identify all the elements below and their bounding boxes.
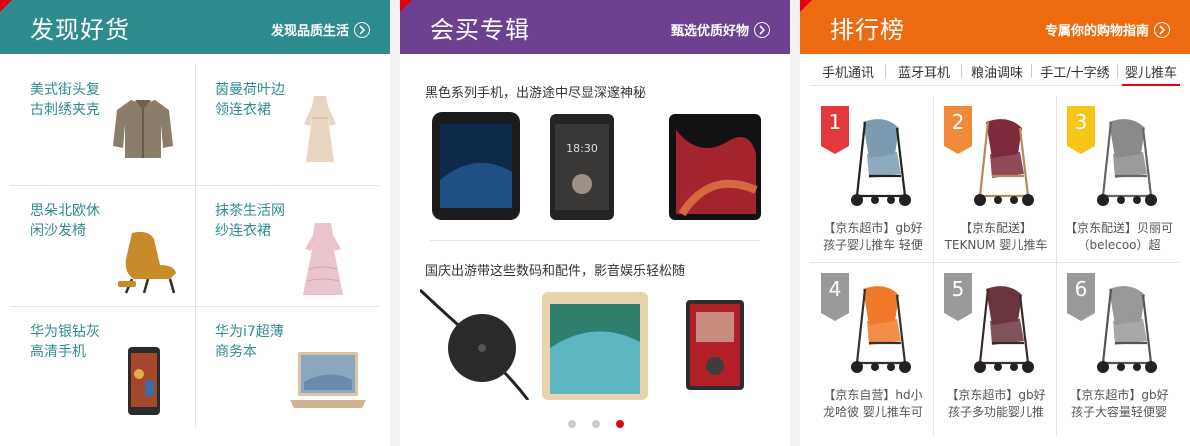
- discover-more-label: 发现品质生活: [270, 24, 349, 39]
- tab-grain-oil[interactable]: 粮油调味: [962, 60, 1032, 86]
- item-title: 商务本: [215, 344, 257, 360]
- dress-image: [300, 94, 340, 168]
- discover-title: 发现好货: [30, 16, 130, 44]
- discover-item[interactable]: 华为i7超薄 商务本: [195, 306, 380, 427]
- ranking-item-name: 【京东超市】gb好孩子婴儿推车 轻便: [823, 221, 923, 252]
- ranking-more-label: 专属你的购物指南: [1044, 24, 1149, 39]
- discover-panel: 发现好货 发现品质生活 美式街头复古刺绣夹克 茵曼荷叶边领连衣裙 思朵北欧休闲沙…: [0, 0, 390, 446]
- ranking-item[interactable]: 2【京东配送】TEKNUM 婴儿推车高: [933, 96, 1056, 262]
- stroller-image: [968, 281, 1038, 381]
- discover-item[interactable]: 抹茶生活网 纱连衣裙: [195, 185, 380, 306]
- item-title: 纱连衣裙: [215, 223, 271, 239]
- laptop-image: [290, 350, 366, 420]
- item-title: 古刺绣夹克: [30, 102, 100, 118]
- stroller-image: [1091, 114, 1161, 214]
- corner-flag: [400, 0, 412, 12]
- stroller-image: [968, 114, 1038, 214]
- digital-accessories-image[interactable]: [418, 288, 770, 404]
- ranking-item-name: 【京东配送】贝丽可（belecoo）超: [1064, 221, 1173, 252]
- ranking-item-name: 【京东超市】gb好孩子多功能婴儿推: [946, 388, 1046, 419]
- black-phones-image[interactable]: 18:30: [430, 110, 765, 226]
- phone-image: [127, 346, 161, 420]
- item-title: 高清手机: [30, 344, 86, 360]
- special-more-label: 甄选优质好物: [670, 24, 749, 39]
- discover-item[interactable]: 美式街头复古刺绣夹克: [10, 64, 195, 185]
- jacket-image: [111, 94, 175, 164]
- item-title: 茵曼荷叶边: [215, 82, 285, 98]
- album-caption[interactable]: 黑色系列手机，出游途中尽显深邃神秘: [425, 82, 646, 101]
- tab-earphones[interactable]: 蓝牙耳机: [886, 60, 962, 86]
- corner-flag: [800, 0, 812, 12]
- tab-phones[interactable]: 手机通讯: [810, 60, 886, 86]
- item-title: 美式街头复: [30, 82, 100, 98]
- ranking-item-name: 【京东配送】TEKNUM 婴儿推车高: [944, 221, 1048, 252]
- item-title: 华为银钻灰: [30, 324, 100, 340]
- corner-flag: [0, 0, 12, 12]
- ranking-item[interactable]: 6 【京东超市】gb好孩子大容量轻便婴: [1056, 263, 1179, 429]
- stroller-image: [845, 114, 915, 214]
- item-title: 华为i7超薄: [215, 324, 284, 340]
- album-caption[interactable]: 国庆出游带这些数码和配件，影音娱乐轻松随: [425, 260, 685, 279]
- carousel-dot[interactable]: [592, 420, 600, 428]
- ranking-title: 排行榜: [830, 16, 905, 44]
- ranking-panel: 排行榜 专属你的购物指南 手机通讯 蓝牙耳机 粮油调味 手工/十字绣 婴儿推车 …: [800, 0, 1190, 446]
- ranking-item-name: 【京东超市】gb好孩子大容量轻便婴: [1069, 388, 1169, 419]
- discover-item[interactable]: 思朵北欧休 闲沙发椅: [10, 185, 195, 306]
- pink-dress-image: [301, 221, 345, 301]
- carousel-dot[interactable]: [568, 420, 576, 428]
- discover-item[interactable]: 茵曼荷叶边 领连衣裙: [195, 64, 380, 185]
- stroller-image: [1091, 281, 1161, 381]
- chevron-right-icon: [354, 21, 370, 38]
- special-title: 会买专辑: [430, 16, 530, 44]
- ranking-header: 排行榜 专属你的购物指南: [800, 0, 1190, 54]
- ranking-item[interactable]: 5 【京东超市】gb好孩子多功能婴儿推: [933, 263, 1056, 429]
- svg-text:18:30: 18:30: [566, 142, 598, 155]
- ranking-item[interactable]: 1 【京东超市】gb好孩子婴儿推车 轻便: [810, 96, 933, 262]
- ranking-tabs: 手机通讯 蓝牙耳机 粮油调味 手工/十字绣 婴儿推车: [810, 60, 1182, 86]
- discover-header: 发现好货 发现品质生活: [0, 0, 390, 54]
- special-more-link[interactable]: 甄选优质好物: [671, 20, 770, 39]
- ranking-item-name: 【京东自营】hd小龙哈彼 婴儿推车可: [823, 388, 923, 419]
- ranking-item[interactable]: 4 【京东自营】hd小龙哈彼 婴儿推车可: [810, 263, 933, 429]
- armchair-image: [114, 229, 180, 299]
- chevron-right-icon: [754, 21, 770, 38]
- chevron-right-icon: [1154, 21, 1170, 38]
- tab-crafts[interactable]: 手工/十字绣: [1032, 60, 1118, 86]
- discover-item[interactable]: 华为银钻灰 高清手机: [10, 306, 195, 427]
- tab-strollers[interactable]: 婴儿推车: [1122, 60, 1180, 86]
- special-panel: 会买专辑 甄选优质好物 黑色系列手机，出游途中尽显深邃神秘 18:30 国庆出游…: [400, 0, 790, 446]
- ranking-grid: 1【京东超市】gb好孩子婴儿推车 轻便2【京东配送】TEKNUM 婴儿推车高3【…: [810, 96, 1180, 436]
- item-title: 抹茶生活网: [215, 203, 285, 219]
- ranking-item[interactable]: 3 【京东配送】贝丽可（belecoo）超: [1056, 96, 1179, 262]
- ranking-more-link[interactable]: 专属你的购物指南: [1045, 20, 1170, 39]
- stroller-image: [845, 281, 915, 381]
- item-title: 闲沙发椅: [30, 223, 86, 239]
- carousel-dot-active[interactable]: [616, 420, 624, 428]
- carousel-dots: [568, 420, 624, 428]
- discover-grid: 美式街头复古刺绣夹克 茵曼荷叶边领连衣裙 思朵北欧休闲沙发椅 抹茶生活网纱连衣裙…: [10, 64, 380, 428]
- item-title: 领连衣裙: [215, 102, 271, 118]
- discover-more-link[interactable]: 发现品质生活: [271, 20, 370, 39]
- special-header: 会买专辑 甄选优质好物: [400, 0, 790, 54]
- item-title: 思朵北欧休: [30, 203, 100, 219]
